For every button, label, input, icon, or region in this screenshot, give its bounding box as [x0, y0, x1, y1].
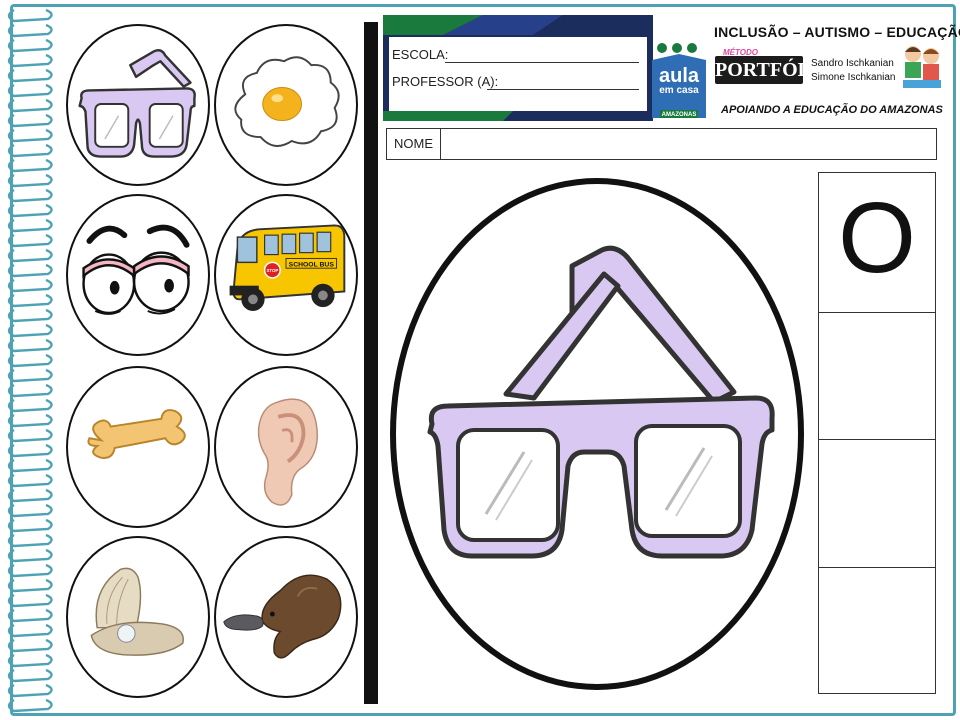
fried-egg-icon [234, 56, 340, 147]
brand-block: aula em casa AMAZONAS INCLUSÃO – AUTISMO… [652, 14, 960, 124]
picture-ostra[interactable] [66, 536, 210, 698]
picture-ovo[interactable] [214, 24, 358, 186]
letter-cell-4[interactable] [819, 568, 935, 693]
letter-cell-3[interactable] [819, 440, 935, 568]
picture-onibus[interactable]: SCHOOL BUS STOP [214, 194, 358, 356]
letter-cell-1[interactable]: O [819, 173, 935, 313]
nome-label: NOME [387, 129, 441, 159]
center-divider [364, 22, 378, 704]
brand-title: INCLUSÃO – AUTISMO – EDUCAÇÃO [714, 24, 960, 40]
portfolio-logo: PORTFÓLIO [715, 56, 834, 84]
glasses-large-icon [427, 245, 775, 559]
header-form: ESCOLA: PROFESSOR (A): [383, 15, 653, 121]
ear-icon [257, 398, 318, 506]
em-casa-word: em casa [659, 85, 699, 96]
letter-o: O [838, 182, 916, 294]
main-picture-oculos [390, 178, 804, 690]
header-banner [383, 15, 653, 121]
eyes-icon [82, 224, 190, 315]
nome-field[interactable]: NOME [386, 128, 937, 160]
author-simone: Simone Ischkanian [811, 72, 896, 83]
letter-cell-2[interactable] [819, 313, 935, 440]
escola-label: ESCOLA: [392, 47, 449, 62]
picture-oculos[interactable] [66, 24, 210, 186]
amazonas-badge: AMAZONAS [661, 112, 697, 118]
glasses-icon [78, 49, 196, 158]
author-sandro: Sandro Ischkanian [811, 58, 894, 69]
professor-label: PROFESSOR (A): [392, 74, 499, 89]
bone-icon [87, 409, 186, 459]
aula-word: aula [658, 65, 700, 87]
picture-ornitorrinco[interactable] [214, 536, 358, 698]
picture-orelha[interactable] [214, 366, 358, 528]
picture-olhos[interactable] [66, 194, 210, 356]
picture-osso[interactable] [66, 366, 210, 528]
school-bus-icon: SCHOOL BUS STOP [229, 224, 346, 311]
kids-illustration-icon [903, 46, 941, 88]
escola-field[interactable] [445, 62, 639, 63]
brand-subtitle: APOIANDO A EDUCAÇÃO DO AMAZONAS [721, 104, 943, 116]
oyster-icon [90, 567, 184, 656]
school-bus-label: SCHOOL BUS [289, 261, 335, 268]
platypus-icon [223, 574, 342, 659]
stop-sign-label: STOP [266, 268, 278, 273]
letter-grid: O [818, 172, 936, 694]
professor-field[interactable] [487, 89, 639, 90]
